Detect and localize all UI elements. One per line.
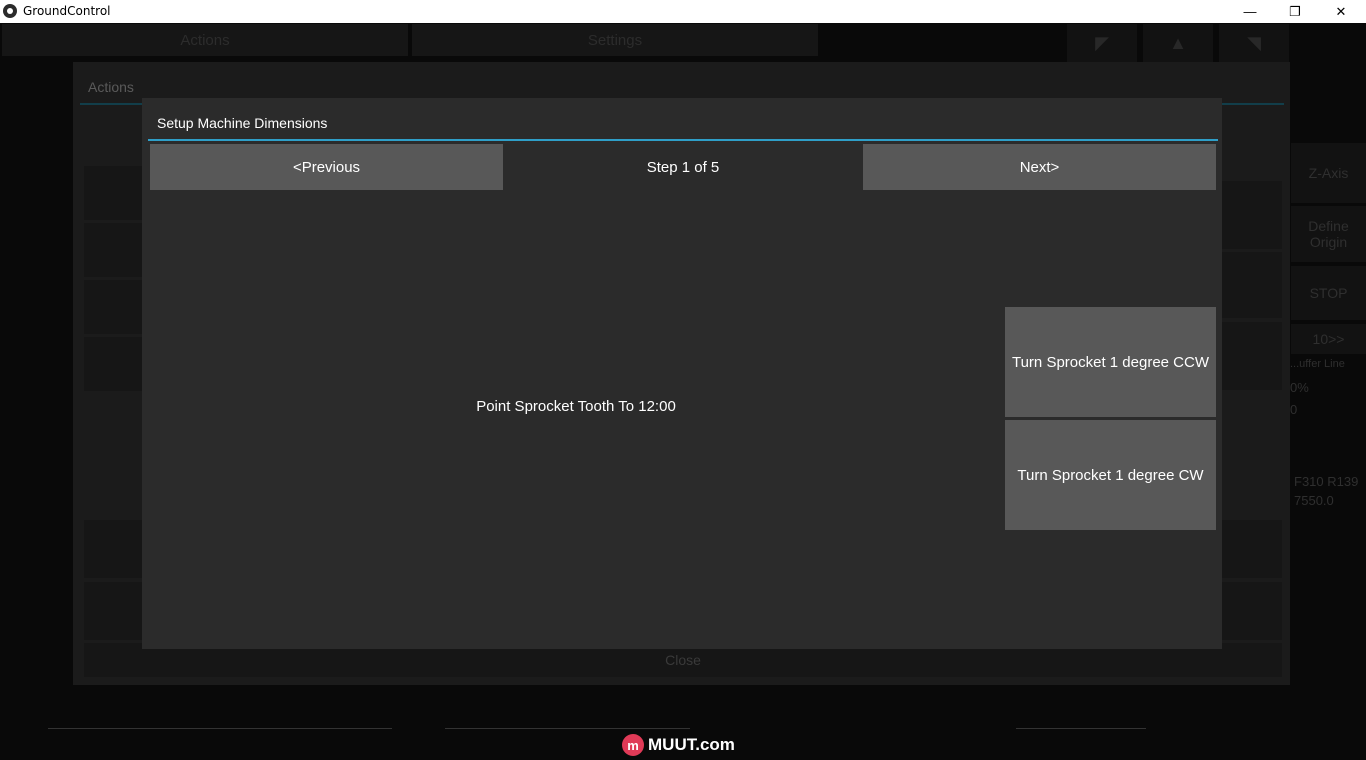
buffer-line-label: ...uffer Line	[1290, 358, 1345, 370]
setup-machine-dimensions-dialog: Setup Machine Dimensions <Previous Step …	[142, 98, 1222, 649]
bg-action-button[interactable]	[84, 337, 142, 391]
bg-action-button[interactable]	[1222, 181, 1282, 249]
arrow-up-button[interactable]: ▲	[1143, 24, 1213, 62]
step-size-button[interactable]: 10>>	[1291, 324, 1366, 354]
arrow-up-left-button[interactable]: ◤	[1067, 24, 1137, 62]
turn-cw-button[interactable]: Turn Sprocket 1 degree CW	[1005, 420, 1216, 530]
arrow-up-left-icon: ◤	[1095, 32, 1109, 53]
minimize-button[interactable]: —	[1227, 0, 1273, 23]
tab-settings[interactable]: Settings	[412, 24, 818, 56]
bg-action-button[interactable]	[1222, 520, 1282, 578]
instruction-text: Point Sprocket Tooth To 12:00	[476, 398, 676, 415]
bottom-divider	[445, 728, 690, 729]
muut-watermark: m MUUT.com	[622, 733, 735, 757]
bg-action-button[interactable]	[84, 166, 142, 220]
z-axis-button[interactable]: Z-Axis	[1291, 143, 1366, 203]
gcode-readout-1: F310 R139	[1294, 474, 1359, 489]
stop-button[interactable]: STOP	[1291, 266, 1366, 320]
close-window-button[interactable]: ✕	[1318, 0, 1364, 23]
define-origin-button[interactable]: Define Origin	[1291, 206, 1366, 262]
gcode-readout-2: 7550.0	[1294, 493, 1334, 508]
bg-action-button[interactable]	[1222, 252, 1282, 318]
app-icon	[3, 4, 17, 18]
arrow-up-right-button[interactable]: ◥	[1219, 24, 1289, 62]
bg-action-button[interactable]	[84, 280, 142, 334]
bg-action-button[interactable]	[84, 520, 142, 578]
next-button[interactable]: Next>	[863, 144, 1216, 190]
bg-action-button[interactable]	[84, 223, 142, 277]
turn-ccw-button[interactable]: Turn Sprocket 1 degree CCW	[1005, 307, 1216, 417]
arrow-up-right-icon: ◥	[1247, 32, 1261, 53]
bottom-divider	[1016, 728, 1146, 729]
previous-button[interactable]: <Previous	[150, 144, 503, 190]
actions-panel-title: Actions	[88, 79, 134, 95]
bottom-divider	[48, 728, 392, 729]
line-count: 0	[1290, 402, 1298, 417]
tab-actions[interactable]: Actions	[2, 24, 408, 56]
bg-action-button[interactable]	[1222, 322, 1282, 390]
bg-action-button[interactable]	[1222, 582, 1282, 640]
dialog-title-divider	[148, 139, 1218, 141]
buffer-percent: 0%	[1290, 380, 1309, 395]
muut-logo-icon: m	[622, 734, 644, 756]
dialog-title: Setup Machine Dimensions	[157, 115, 328, 131]
arrow-up-icon: ▲	[1169, 32, 1187, 53]
watermark-text: MUUT.com	[648, 735, 735, 754]
restore-button[interactable]: ❐	[1272, 0, 1318, 23]
bg-action-button[interactable]	[84, 582, 142, 640]
step-indicator: Step 1 of 5	[646, 158, 720, 176]
window-titlebar: GroundControl — ❐ ✕	[0, 0, 1366, 23]
window-title: GroundControl	[23, 4, 111, 18]
